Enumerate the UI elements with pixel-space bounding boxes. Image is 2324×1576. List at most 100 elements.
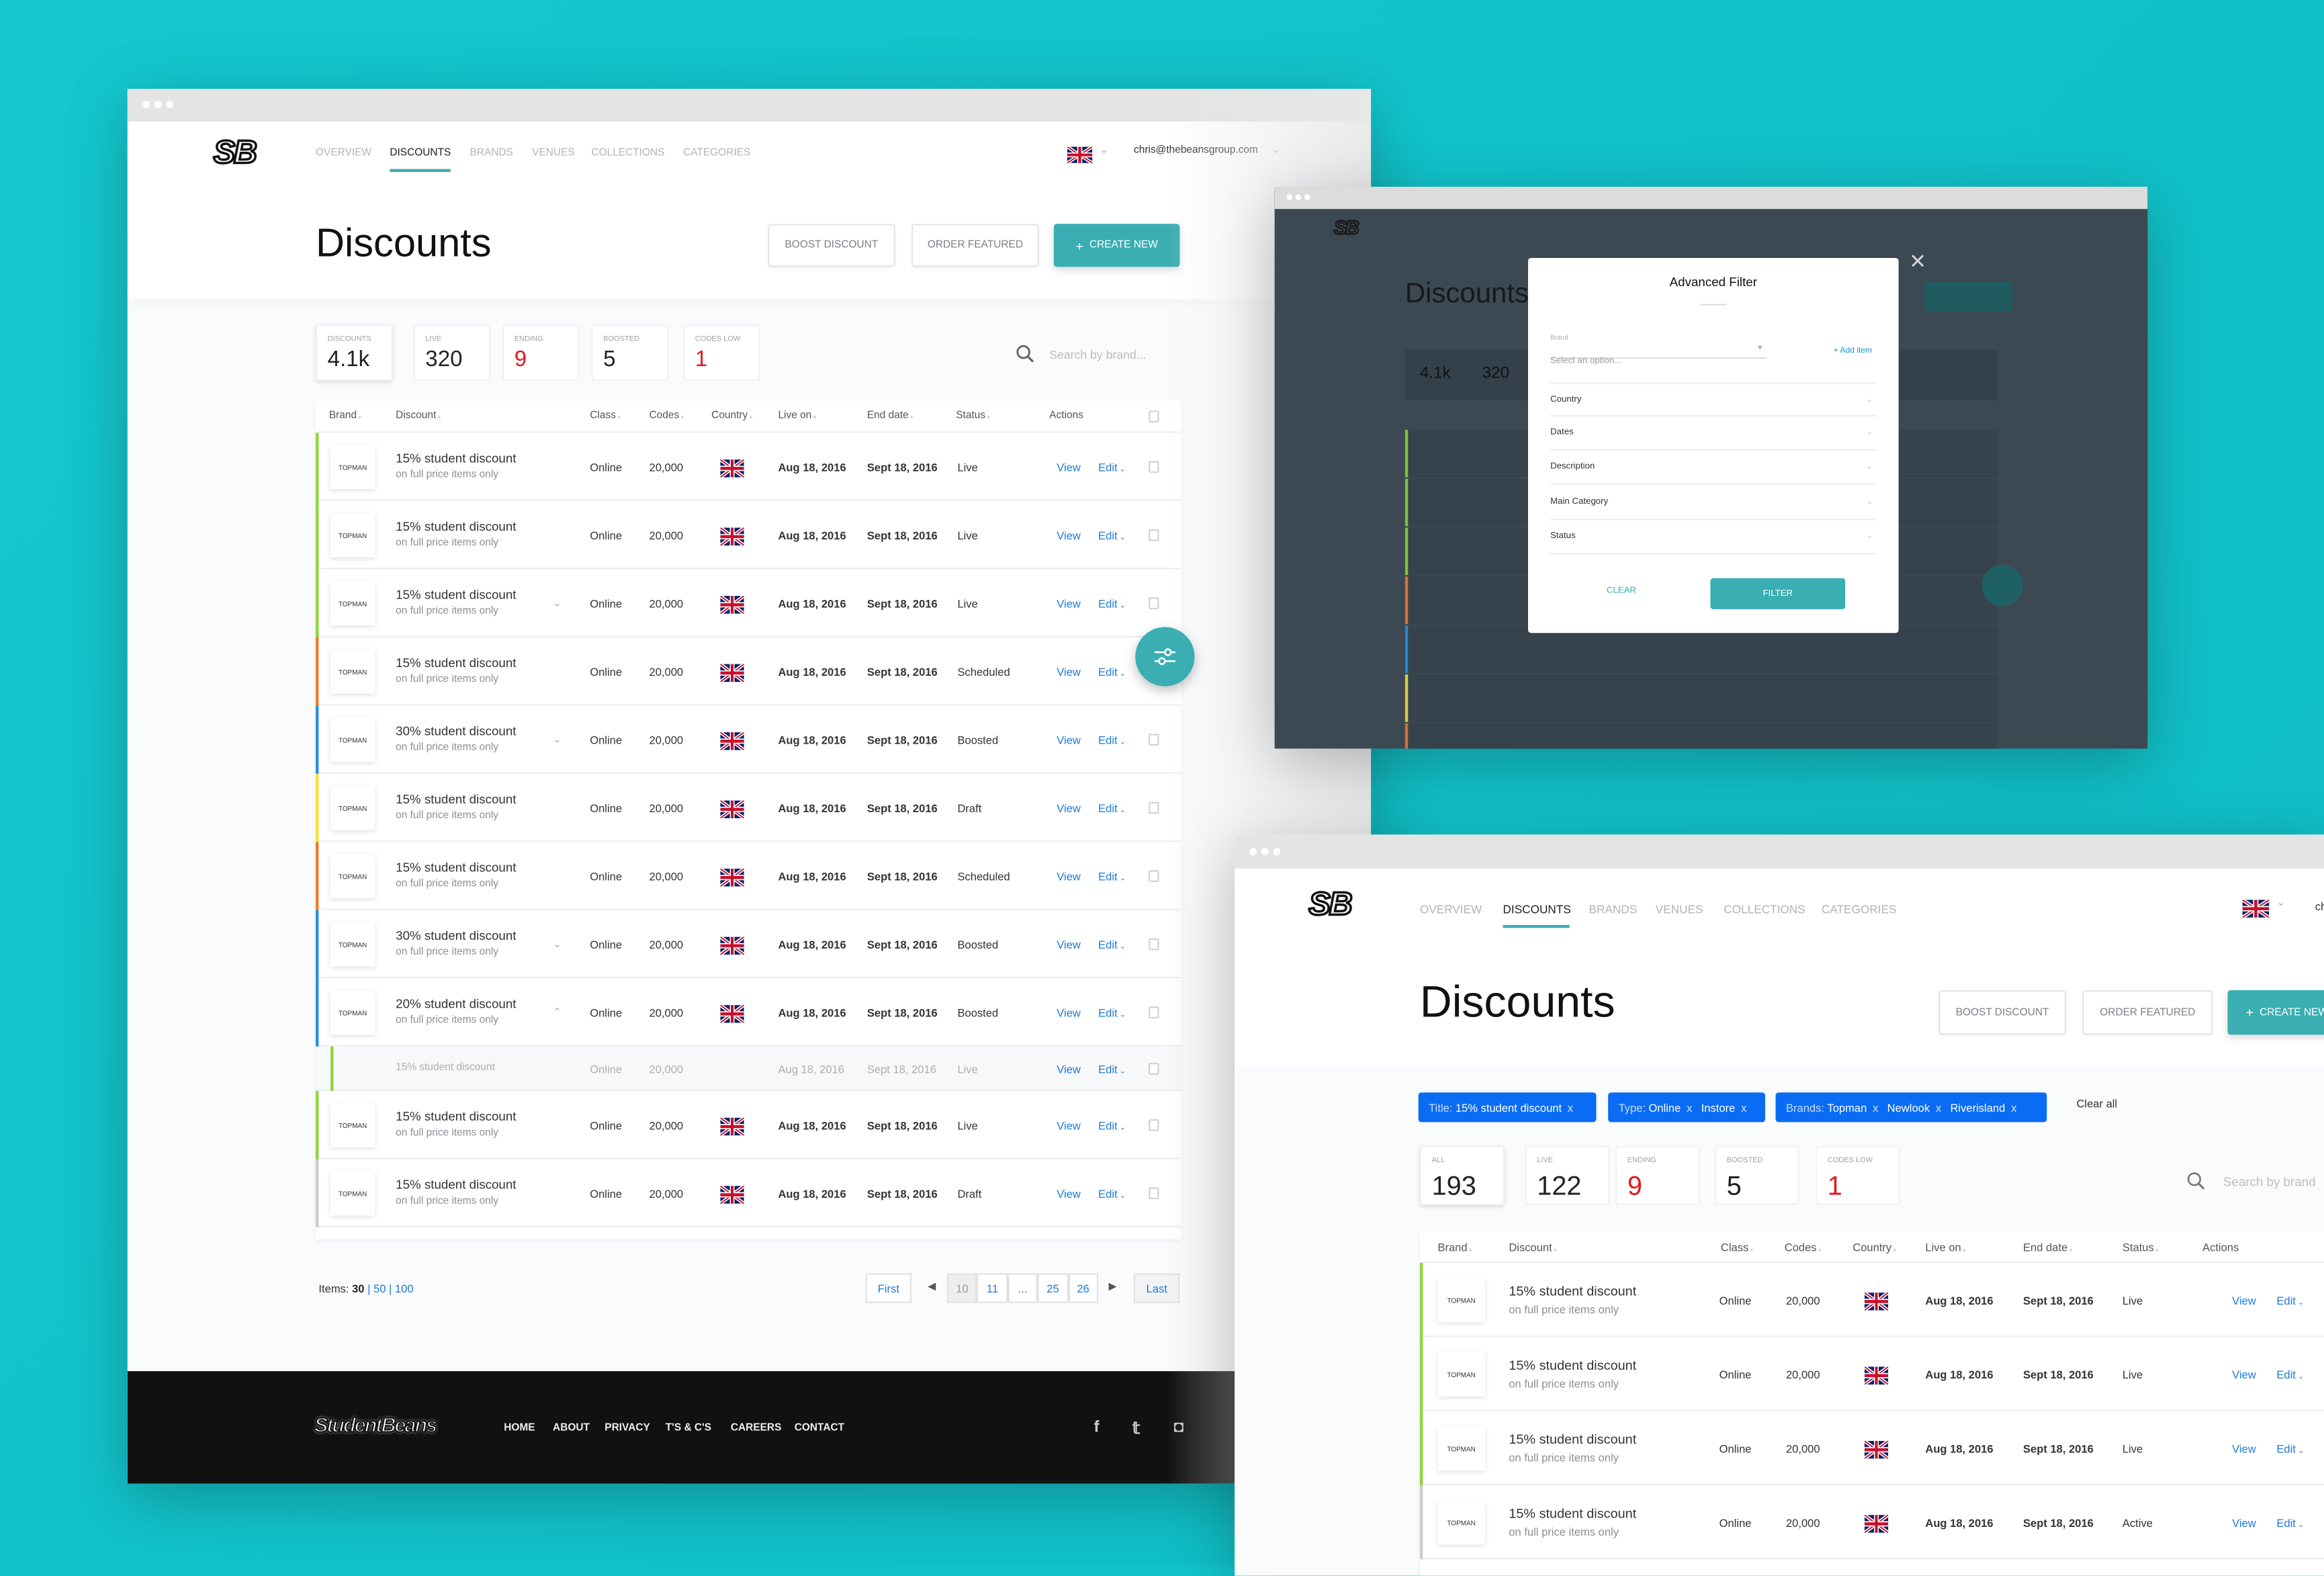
discount-title[interactable]: 15% student discount bbox=[396, 1177, 516, 1192]
discount-title[interactable]: 15% student discount bbox=[396, 1109, 516, 1124]
sort-icon[interactable]: ▴ bbox=[909, 412, 913, 419]
sub-row[interactable]: 15% student discount Online 20,000 Aug 18, … bbox=[316, 1046, 1181, 1092]
footer-link-privacy[interactable]: PRIVACY bbox=[605, 1423, 650, 1433]
nav-item-venues[interactable]: VENUES bbox=[532, 148, 575, 159]
footer-link-tscs[interactable]: T'S & C'S bbox=[666, 1423, 711, 1433]
column-header-brand[interactable]: Brand ▴ bbox=[329, 410, 361, 421]
prev-page-icon[interactable]: ◀ bbox=[928, 1281, 936, 1293]
page-size-50[interactable]: 50 bbox=[373, 1282, 386, 1296]
nav-item-discounts[interactable]: DISCOUNTS bbox=[1503, 903, 1570, 916]
sort-icon[interactable]: ▴ bbox=[1748, 1245, 1753, 1253]
table-row[interactable]: TOPMAN 15% student discount on full price … bbox=[316, 773, 1181, 842]
page-11[interactable]: 11 bbox=[977, 1273, 1008, 1303]
column-header-brand[interactable]: Brand ▴ bbox=[1437, 1241, 1472, 1254]
page-10[interactable]: 10 bbox=[947, 1273, 978, 1303]
close-icon[interactable]: ✕ bbox=[1909, 249, 1926, 275]
view-link[interactable]: View bbox=[1057, 461, 1081, 474]
nav-item-collections[interactable]: COLLECTIONS bbox=[591, 148, 664, 159]
edit-dropdown[interactable]: Edit ⌄ bbox=[2276, 1442, 2304, 1456]
discount-title[interactable]: 20% student discount bbox=[396, 996, 516, 1011]
remove-filter-icon[interactable]: x bbox=[1687, 1100, 1692, 1114]
column-header-discount[interactable]: Discount ▴ bbox=[396, 410, 441, 421]
uk-flag-icon[interactable] bbox=[2241, 898, 2270, 920]
stat-card-ending[interactable]: ENDING 9 bbox=[1615, 1145, 1700, 1205]
discount-title[interactable]: 15% student discount bbox=[396, 587, 516, 602]
chevron-down-icon[interactable]: ⌄ bbox=[553, 734, 562, 745]
page-25[interactable]: 25 bbox=[1038, 1273, 1069, 1303]
filter-section-dates[interactable]: Dates ⌄ bbox=[1550, 417, 1877, 451]
footer-link-careers[interactable]: CAREERS bbox=[731, 1423, 782, 1433]
stat-card-live[interactable]: LIVE 122 bbox=[1525, 1145, 1610, 1205]
sb-logo[interactable]: SB bbox=[1308, 884, 1354, 924]
table-row[interactable]: TOPMAN 15% student discount on full price … bbox=[316, 433, 1181, 501]
remove-filter-icon[interactable]: x bbox=[1873, 1100, 1878, 1114]
view-link[interactable]: View bbox=[1057, 1006, 1081, 1020]
stat-card-all[interactable]: ALL 193 bbox=[1419, 1145, 1505, 1205]
page-size-30[interactable]: 30 bbox=[352, 1282, 364, 1296]
filter-fab-button[interactable] bbox=[1135, 627, 1195, 687]
user-email[interactable]: ch bbox=[2315, 900, 2324, 913]
nav-item-venues[interactable]: VENUES bbox=[1656, 903, 1703, 916]
clear-button[interactable]: CLEAR bbox=[1587, 587, 1656, 596]
sort-icon[interactable]: ▴ bbox=[1891, 1245, 1896, 1253]
last-page-button[interactable]: Last bbox=[1134, 1273, 1180, 1303]
nav-item-brands[interactable]: BRANDS bbox=[470, 148, 512, 159]
discount-title[interactable]: 15% student discount bbox=[396, 1063, 495, 1073]
view-link[interactable]: View bbox=[1057, 1187, 1081, 1200]
sort-icon[interactable]: ▴ bbox=[1961, 1245, 1965, 1253]
table-row[interactable]: TOPMAN 15% student discount on full price … bbox=[1419, 1337, 2324, 1411]
search-icon[interactable] bbox=[1016, 344, 1036, 365]
page-size-100[interactable]: 100 bbox=[395, 1282, 414, 1296]
discount-title[interactable]: 15% student discount bbox=[1509, 1284, 1636, 1299]
discount-title[interactable]: 15% student discount bbox=[396, 655, 516, 670]
column-header-codes[interactable]: Codes ▴ bbox=[1785, 1241, 1822, 1254]
row-checkbox[interactable] bbox=[1149, 1063, 1159, 1075]
next-page-icon[interactable]: ▶ bbox=[1109, 1281, 1117, 1293]
nav-item-categories[interactable]: CATEGORIES bbox=[1822, 903, 1897, 916]
table-row[interactable]: TOPMAN 15% student discount on full price … bbox=[316, 500, 1181, 570]
sb-logo[interactable]: SB bbox=[212, 132, 259, 172]
instagram-icon[interactable]: ◘ bbox=[1174, 1419, 1184, 1436]
discount-title[interactable]: 15% student discount bbox=[1509, 1432, 1636, 1447]
table-row[interactable]: TOPMAN 30% student discount on full price … bbox=[316, 705, 1181, 774]
edit-dropdown[interactable]: Edit ⌄ bbox=[1098, 597, 1126, 611]
view-link[interactable]: View bbox=[1057, 1119, 1081, 1133]
search-input[interactable]: Search by brand bbox=[2223, 1174, 2316, 1189]
edit-dropdown[interactable]: Edit ⌄ bbox=[1098, 734, 1126, 747]
column-header-discount[interactable]: Discount ▴ bbox=[1509, 1241, 1556, 1254]
edit-dropdown[interactable]: Edit ⌄ bbox=[1098, 461, 1126, 474]
sort-icon[interactable]: ▴ bbox=[616, 412, 620, 419]
column-header-status[interactable]: Status ▴ bbox=[956, 410, 990, 421]
discount-title[interactable]: 15% student discount bbox=[396, 451, 516, 466]
column-header-live-on[interactable]: Live on ▴ bbox=[1925, 1241, 1965, 1254]
column-header-live-on[interactable]: Live on ▴ bbox=[778, 410, 816, 421]
view-link[interactable]: View bbox=[1057, 734, 1081, 747]
page-26[interactable]: 26 bbox=[1068, 1273, 1099, 1303]
row-checkbox[interactable] bbox=[1149, 1006, 1159, 1018]
view-link[interactable]: View bbox=[2232, 1442, 2256, 1456]
boost-discount-button[interactable]: BOOST DISCOUNT bbox=[1938, 990, 2067, 1035]
view-link[interactable]: View bbox=[1057, 597, 1081, 611]
sort-icon[interactable]: ▴ bbox=[811, 412, 816, 419]
nav-item-brands[interactable]: BRANDS bbox=[1589, 903, 1637, 916]
add-item-link[interactable]: + Add item bbox=[1834, 347, 1873, 355]
sort-icon[interactable]: ▴ bbox=[1817, 1245, 1821, 1253]
chevron-down-icon[interactable]: ⌄ bbox=[1100, 144, 1108, 155]
filter-section-main-category[interactable]: Main Category ⌄ bbox=[1550, 486, 1877, 521]
row-checkbox[interactable] bbox=[1149, 461, 1159, 473]
stat-card-live[interactable]: LIVE 320 bbox=[413, 324, 491, 382]
edit-dropdown[interactable]: Edit ⌄ bbox=[1098, 666, 1126, 679]
uk-flag-icon[interactable] bbox=[1066, 144, 1093, 165]
edit-dropdown[interactable]: Edit ⌄ bbox=[1098, 529, 1126, 543]
remove-filter-icon[interactable]: x bbox=[1936, 1100, 1941, 1114]
table-row[interactable]: TOPMAN 15% student discount on full price … bbox=[1419, 1411, 2324, 1486]
nav-item-overview[interactable]: OVERVIEW bbox=[316, 148, 371, 159]
filter-section-country[interactable]: Country ⌄ bbox=[1550, 382, 1877, 417]
discount-title[interactable]: 15% student discount bbox=[396, 791, 516, 806]
user-email[interactable]: chris@thebeansgroup.com bbox=[1134, 145, 1258, 155]
view-link[interactable]: View bbox=[1057, 938, 1081, 952]
row-checkbox[interactable] bbox=[1149, 1119, 1159, 1131]
edit-dropdown[interactable]: Edit ⌄ bbox=[1098, 1006, 1126, 1020]
remove-filter-icon[interactable]: x bbox=[1741, 1100, 1746, 1114]
stat-card-codes-low[interactable]: CODES LOW 1 bbox=[683, 324, 760, 382]
